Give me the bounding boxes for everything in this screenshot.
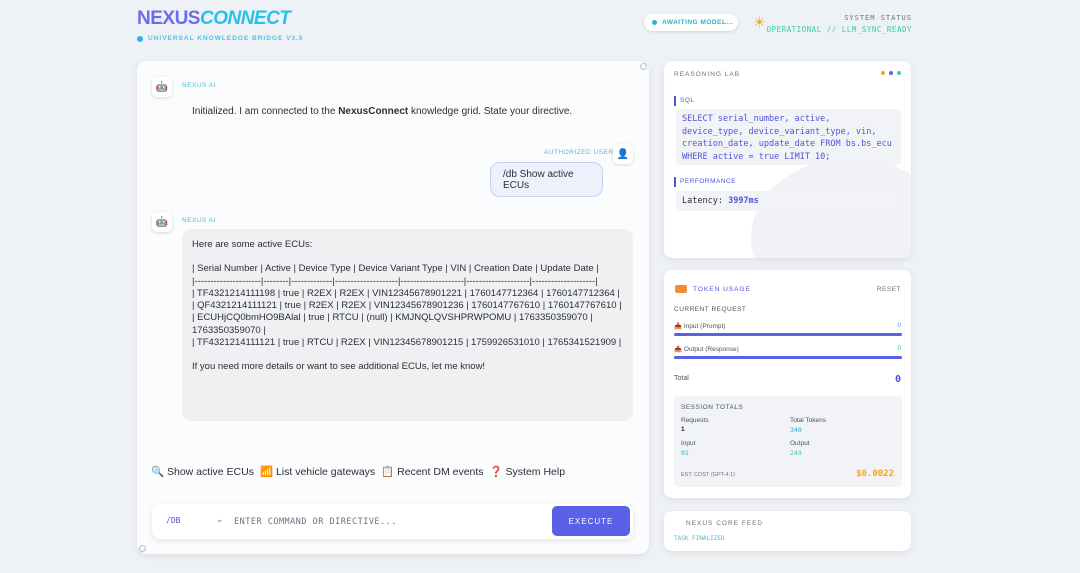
output-progress-fill [674, 356, 902, 359]
brand-title-part2: CONNECT [199, 8, 291, 29]
sun-icon[interactable]: ☀ [753, 14, 766, 31]
reasoning-lab-title: REASONING LAB [674, 71, 741, 78]
session-output-label: Output [790, 440, 810, 447]
ai-message-bubble: Here are some active ECUs: | Serial Numb… [182, 229, 633, 421]
sql-section-label: SQL [674, 96, 695, 106]
input-prompt-value: 0 [897, 322, 901, 329]
quick-action-label: Recent DM events [397, 466, 484, 478]
brand-subtitle-text: UNIVERSAL KNOWLEDGE BRIDGE V3.5 [148, 35, 304, 42]
total-tokens-label: Total Tokens [790, 417, 827, 424]
execute-button[interactable]: EXECUTE [552, 506, 630, 536]
sender-label: NEXUS AI [182, 82, 216, 89]
total-value: 0 [894, 374, 901, 385]
robot-icon: 🤖 [152, 77, 172, 97]
reasoning-lab-panel: REASONING LAB SQL SELECT serial_number, … [664, 61, 911, 258]
input-progress-bar [674, 333, 902, 336]
system-status-label: SYSTEM STATUS [844, 14, 912, 22]
command-mode-select[interactable]: /DB [166, 516, 180, 525]
clipboard-icon: 📋 [381, 466, 395, 478]
user-message-text: /db Show active ECUs [503, 168, 574, 191]
requests-label: Requests [681, 417, 709, 424]
output-response-label: 📤 Output (Response) [674, 346, 739, 353]
core-feed-status: TASK FINALIZED [674, 535, 725, 542]
reset-button[interactable]: RESET [877, 286, 901, 293]
reply-outro: If you need more details or want to see … [192, 361, 486, 373]
quick-action-system-help[interactable]: ❓ System Help [490, 465, 566, 478]
latency-readout: Latency: 3997ms [676, 191, 901, 211]
search-icon: 🔍 [151, 466, 165, 478]
brand-title: NEXUSCONNECT [137, 8, 303, 30]
system-status: SYSTEM STATUS OPERATIONAL // LLM_SYNC_RE… [767, 14, 912, 34]
input-prompt-label: 📥 Input (Prompt) [674, 323, 726, 330]
session-totals: SESSION TOTALS Requests 1 Total Tokens 3… [674, 396, 902, 487]
quick-action-label: System Help [505, 466, 566, 478]
sender-label: NEXUS AI [182, 217, 216, 224]
pulse-dot-icon [652, 20, 657, 25]
reply-table: | Serial Number | Active | Device Type |… [192, 263, 622, 349]
awaiting-model-text: AWAITING MODEL... [662, 19, 734, 26]
performance-section-label: PERFORMANCE [674, 177, 736, 187]
user-sender-label: AUTHORIZED USER [544, 149, 614, 156]
dot-icon [881, 71, 885, 75]
window-dots [881, 71, 901, 75]
session-input-label: Input [681, 440, 696, 447]
quick-action-label: Show active ECUs [167, 466, 254, 478]
system-status-value: OPERATIONAL // LLM_SYNC_READY [766, 25, 912, 34]
question-icon: ❓ [489, 466, 503, 478]
robot-icon: 🤖 [152, 212, 172, 232]
quick-actions: 🔍 Show active ECUs 📶 List vehicle gatewa… [151, 465, 565, 478]
brand: NEXUSCONNECT UNIVERSAL KNOWLEDGE BRIDGE … [137, 8, 303, 42]
output-progress-bar [674, 356, 902, 359]
greeting-bold: NexusConnect [338, 106, 409, 117]
reply-intro: Here are some active ECUs: [192, 239, 313, 250]
core-feed-title: NEXUS CORE FEED [686, 520, 764, 527]
session-output-value: 249 [790, 449, 802, 457]
quick-action-label: List vehicle gateways [275, 466, 376, 478]
user-message-bubble: /db Show active ECUs [490, 162, 603, 197]
awaiting-model-badge: AWAITING MODEL... [644, 14, 738, 31]
session-totals-title: SESSION TOTALS [681, 404, 744, 411]
resize-handle-icon[interactable] [139, 545, 146, 552]
chevron-down-icon[interactable]: ⌄ [216, 514, 224, 525]
latency-value: 3997ms [728, 196, 759, 206]
command-bar: /DB ⌄ EXECUTE [152, 504, 633, 539]
output-response-value: 0 [897, 345, 901, 352]
command-input[interactable] [234, 512, 544, 532]
resize-handle-icon[interactable] [640, 63, 647, 70]
chat-panel: 🤖 NEXUS AI Initialized. I am connected t… [137, 61, 649, 554]
session-input-value: 91 [681, 449, 689, 457]
total-label: Total [674, 375, 689, 382]
dot-icon [889, 71, 893, 75]
ai-message-greeting: Initialized. I am connected to the Nexus… [192, 106, 572, 117]
user-icon: 👤 [613, 144, 633, 164]
total-tokens-value: 340 [790, 426, 802, 434]
token-usage-title: TOKEN USAGE [693, 286, 751, 293]
latency-label: Latency: [682, 196, 723, 206]
brand-title-part1: NEXUS [137, 8, 200, 29]
token-usage-panel: TOKEN USAGE RESET CURRENT REQUEST 📥 Inpu… [664, 270, 911, 498]
status-dot-icon [137, 35, 143, 42]
greeting-suffix: knowledge grid. State your directive. [408, 106, 573, 117]
brand-subtitle: UNIVERSAL KNOWLEDGE BRIDGE V3.5 [137, 35, 303, 42]
sql-query: SELECT serial_number, active, device_typ… [676, 109, 901, 165]
dot-icon [897, 71, 901, 75]
quick-action-list-gateways[interactable]: 📶 List vehicle gateways [260, 465, 375, 478]
core-feed-panel: NEXUS CORE FEED TASK FINALIZED [664, 511, 911, 551]
greeting-prefix: Initialized. I am connected to the [192, 106, 339, 117]
token-icon [675, 285, 687, 293]
quick-action-recent-dm-events[interactable]: 📋 Recent DM events [381, 465, 483, 478]
input-progress-fill [674, 333, 902, 336]
requests-value: 1 [681, 426, 685, 433]
est-cost-label: EST. COST (GPT-4.1) [681, 472, 735, 478]
current-request-label: CURRENT REQUEST [674, 306, 747, 313]
signal-icon: 📶 [259, 466, 274, 478]
quick-action-show-active-ecus[interactable]: 🔍 Show active ECUs [151, 465, 254, 478]
est-cost-value: $0.0022 [856, 469, 894, 479]
